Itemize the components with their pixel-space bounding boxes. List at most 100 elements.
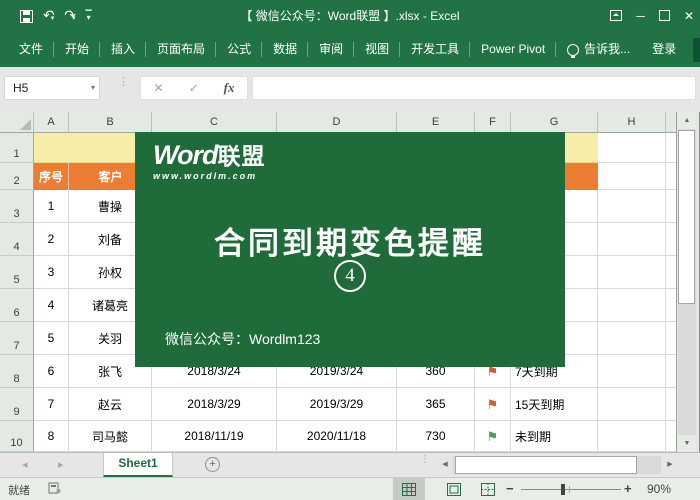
cell-name[interactable]: 赵云 — [69, 388, 152, 421]
select-all-corner[interactable] — [0, 112, 34, 133]
cell-seq[interactable]: 6 — [34, 355, 69, 388]
tab-file[interactable]: 文件 — [8, 32, 54, 67]
cell-start-date[interactable]: 2018/11/19 — [152, 421, 277, 452]
row-header-9[interactable]: 9 — [0, 388, 34, 421]
prev-sheet-icon[interactable]: ◂ — [22, 453, 28, 477]
column-header-a[interactable]: A — [34, 112, 69, 133]
column-header-d[interactable]: D — [277, 112, 397, 133]
column-header-b[interactable]: B — [69, 112, 152, 133]
sign-in-button[interactable]: 登录 — [641, 32, 687, 67]
close-button[interactable]: ✕ — [684, 10, 694, 22]
cell-seq[interactable]: 5 — [34, 322, 69, 355]
add-sheet-icon[interactable]: + — [205, 457, 220, 472]
row-header-5[interactable]: 5 — [0, 256, 34, 289]
next-sheet-icon[interactable]: ▸ — [58, 453, 64, 477]
scroll-down-icon[interactable]: ▼ — [678, 435, 696, 452]
ribbon-display-options-icon[interactable] — [610, 10, 622, 23]
column-header-g[interactable]: G — [511, 112, 598, 133]
name-box[interactable]: H5▾ — [4, 76, 100, 100]
sheet-tab-sheet1[interactable]: Sheet1 — [103, 453, 173, 477]
vertical-scroll-thumb[interactable] — [678, 130, 695, 304]
horizontal-scroll-thumb[interactable] — [455, 456, 637, 474]
page-break-preview-button[interactable] — [472, 478, 504, 500]
row-header-10[interactable]: 10 — [0, 421, 34, 452]
zoom-slider[interactable] — [521, 489, 621, 490]
cell-seq[interactable]: 7 — [34, 388, 69, 421]
row-header-3[interactable]: 3 — [0, 190, 34, 223]
macro-record-icon[interactable] — [48, 482, 61, 497]
flag-icon: ⚑ — [487, 430, 499, 443]
insert-function-icon[interactable]: fx — [224, 80, 235, 96]
tab-view[interactable]: 视图 — [354, 32, 400, 67]
normal-view-button[interactable] — [393, 478, 425, 500]
column-header-f[interactable]: F — [475, 112, 511, 133]
formula-bar: H5▾ ⋮ ✕ ✓ fx — [0, 67, 700, 112]
row-header-8[interactable]: 8 — [0, 355, 34, 388]
zoom-out-icon[interactable]: − — [506, 481, 514, 496]
cell-end-date[interactable]: 2019/3/29 — [277, 388, 397, 421]
cell-name[interactable]: 司马懿 — [69, 421, 152, 452]
sheet-tab-bar: ◂ ▸ Sheet1 + ⋮ ◀ ▶ — [0, 452, 700, 477]
cell-seq[interactable]: 1 — [34, 190, 69, 223]
namebox-dropdown-icon[interactable]: ▾ — [91, 77, 95, 99]
cell-flag[interactable]: ⚑ — [475, 388, 511, 421]
scroll-right-icon[interactable]: ▶ — [663, 456, 677, 474]
cell-seq[interactable]: 4 — [34, 289, 69, 322]
cell-status[interactable]: 未到期 — [511, 421, 598, 452]
row-header-2[interactable]: 2 — [0, 163, 34, 190]
tab-home[interactable]: 开始 — [54, 32, 100, 67]
tab-page-layout[interactable]: 页面布局 — [146, 32, 216, 67]
cell-h2[interactable] — [598, 163, 666, 190]
column-header-c[interactable]: C — [152, 112, 277, 133]
ready-status: 就绪 — [8, 482, 30, 498]
cell-h1[interactable] — [598, 133, 666, 163]
cell-days[interactable]: 730 — [397, 421, 475, 452]
excel-window: ↶▾ ↷▾ ▔▾ 【 微信公众号：Word联盟 】.xlsx - Excel ─… — [0, 0, 700, 500]
tab-developer[interactable]: 开发工具 — [400, 32, 470, 67]
sheetbar-separator: ⋮ — [420, 457, 428, 462]
tab-formulas[interactable]: 公式 — [216, 32, 262, 67]
tab-data[interactable]: 数据 — [262, 32, 308, 67]
header-cell-seq[interactable]: 序号 — [34, 163, 69, 190]
column-header-filler — [666, 112, 676, 133]
zoom-in-icon[interactable]: + — [624, 481, 632, 496]
page-layout-view-button[interactable] — [438, 478, 470, 500]
flag-icon: ⚑ — [487, 398, 499, 411]
zoom-slider-handle[interactable] — [561, 484, 565, 495]
tab-power-pivot[interactable]: Power Pivot — [470, 32, 556, 67]
tab-review[interactable]: 审阅 — [308, 32, 354, 67]
tell-me-box[interactable]: 告诉我... — [556, 32, 641, 67]
minimize-button[interactable]: ─ — [636, 10, 645, 22]
horizontal-scrollbar[interactable] — [453, 456, 661, 474]
scroll-up-icon[interactable]: ▲ — [678, 112, 696, 129]
promo-overlay-banner: Word联盟 www.wordlm.com 合同到期变色提醒 4 微信公众号：W… — [135, 132, 565, 367]
wechat-account-line: 微信公众号：Wordlm123 — [165, 329, 320, 349]
formula-input[interactable] — [252, 76, 696, 100]
cell-flag[interactable]: ⚑ — [475, 421, 511, 452]
share-button[interactable]: 共享 — [693, 38, 700, 62]
row-header-7[interactable]: 7 — [0, 322, 34, 355]
maximize-button[interactable] — [659, 10, 670, 23]
row-header-1[interactable]: 1 — [0, 133, 34, 163]
cell-seq[interactable]: 8 — [34, 421, 69, 452]
zoom-level[interactable]: 90% — [647, 482, 671, 496]
lightbulb-icon — [567, 44, 579, 56]
column-header-h[interactable]: H — [598, 112, 666, 133]
cell-seq[interactable]: 2 — [34, 223, 69, 256]
overlay-title: 合同到期变色提醒 — [135, 218, 565, 263]
tab-insert[interactable]: 插入 — [100, 32, 146, 67]
cancel-icon[interactable]: ✕ — [154, 81, 164, 95]
row-header-6[interactable]: 6 — [0, 289, 34, 322]
vertical-scrollbar[interactable]: ▲ ▼ — [678, 112, 696, 452]
table-row: 10 8 司马懿 2018/11/19 2020/11/18 730 ⚑ 未到期 — [0, 421, 676, 452]
scroll-left-icon[interactable]: ◀ — [438, 456, 452, 474]
enter-icon[interactable]: ✓ — [189, 81, 199, 95]
cell-start-date[interactable]: 2018/3/29 — [152, 388, 277, 421]
column-header-e[interactable]: E — [397, 112, 475, 133]
cell-status[interactable]: 15天到期 — [511, 388, 598, 421]
cell-end-date[interactable]: 2020/11/18 — [277, 421, 397, 452]
cell-days[interactable]: 365 — [397, 388, 475, 421]
title-bar: ↶▾ ↷▾ ▔▾ 【 微信公众号：Word联盟 】.xlsx - Excel ─… — [0, 0, 700, 32]
cell-seq[interactable]: 3 — [34, 256, 69, 289]
row-header-4[interactable]: 4 — [0, 223, 34, 256]
